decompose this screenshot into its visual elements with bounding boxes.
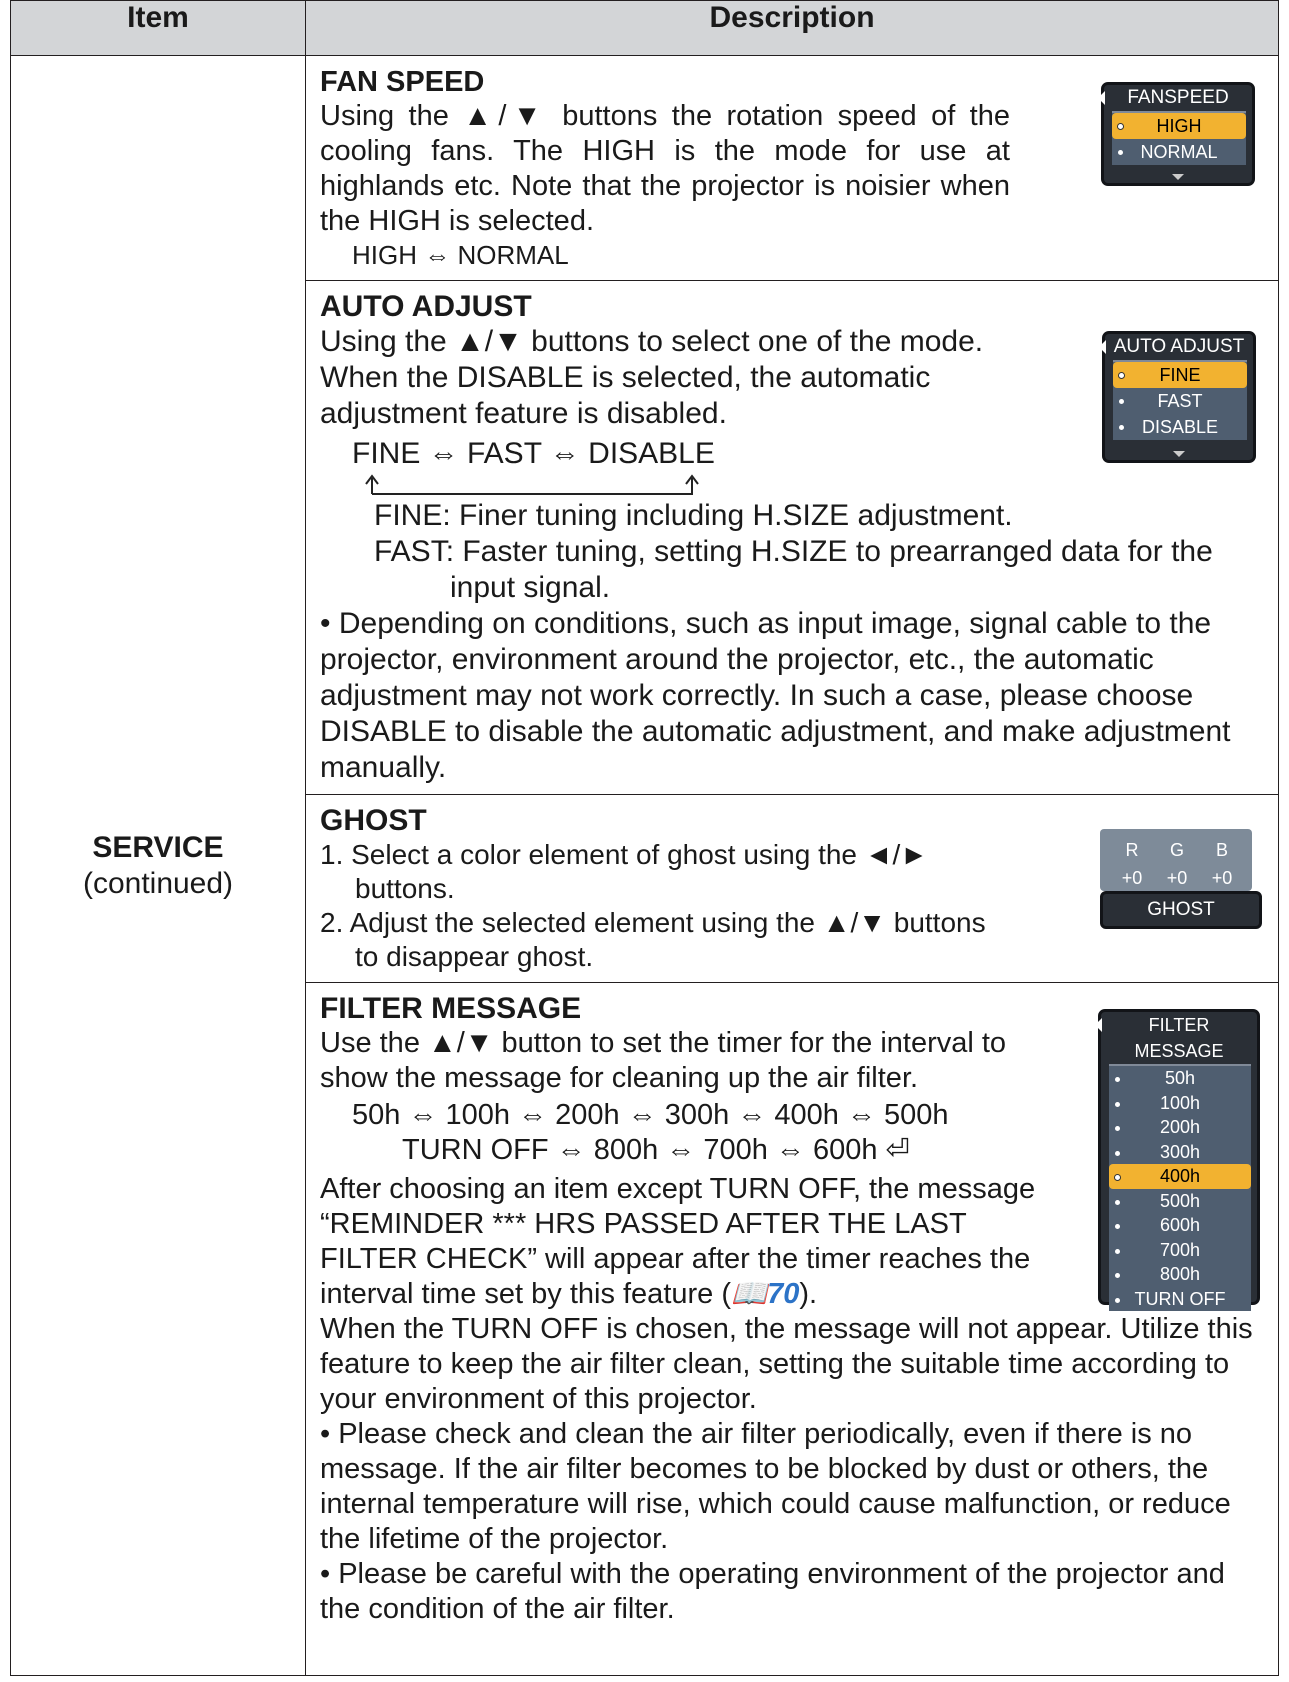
table-header-row: Item Description — [10, 0, 1279, 56]
auto-adjust-title: AUTO ADJUST — [320, 290, 532, 323]
scroll-down-icon — [1172, 174, 1184, 180]
settings-table: Item Description SERVICE (continued) FAN… — [10, 0, 1279, 1676]
filter-message-caution-2: • Please be careful with the operating e… — [320, 1558, 1225, 1625]
osd-option[interactable]: FINE — [1113, 362, 1247, 388]
column-header-item: Item — [10, 0, 306, 56]
ghost-step-2: 2. Adjust the selected element using the… — [320, 907, 986, 972]
item-cell: SERVICE (continued) — [10, 55, 306, 1676]
osd-option[interactable]: TURN OFF — [1109, 1287, 1251, 1312]
fan-speed-desc: Using the ▲/▼ buttons the rotation speed… — [320, 100, 1010, 237]
osd-option[interactable]: NORMAL — [1112, 139, 1246, 165]
auto-adjust-caution: • Depending on conditions, such as input… — [320, 607, 1231, 784]
item-note: (continued) — [82, 866, 234, 900]
section-fan-speed: FAN SPEED Using the ▲/▼ buttons the rota… — [305, 55, 1279, 281]
osd-option[interactable]: 700h — [1109, 1238, 1251, 1263]
fan-speed-osd-title: FANSPEED — [1127, 87, 1229, 108]
osd-option[interactable]: 300h — [1109, 1140, 1251, 1165]
osd-option[interactable]: FAST — [1113, 388, 1247, 414]
cycle-return-arrow-icon — [320, 472, 1264, 498]
fan-speed-osd-menu[interactable]: FANSPEED HIGH NORMAL — [1098, 82, 1255, 186]
filter-message-turn-off-note: When the TURN OFF is chosen, the message… — [320, 1313, 1253, 1415]
auto-adjust-osd-title: AUTO ADJUST — [1113, 336, 1245, 357]
auto-adjust-osd-menu[interactable]: AUTO ADJUST FINE FAST DISABLE — [1099, 331, 1256, 463]
ghost-osd-title: GHOST — [1100, 891, 1262, 929]
osd-option[interactable]: 50h — [1109, 1066, 1251, 1091]
osd-option[interactable]: 100h — [1109, 1091, 1251, 1116]
scroll-down-icon — [1173, 451, 1185, 457]
filter-osd-title: FILTER MESSAGE — [1134, 1015, 1224, 1061]
osd-option[interactable]: 500h — [1109, 1189, 1251, 1214]
osd-option[interactable]: 400h — [1109, 1164, 1251, 1189]
ghost-step-1: 1. Select a color element of ghost using… — [320, 839, 928, 904]
osd-option[interactable]: 600h — [1109, 1213, 1251, 1238]
osd-option[interactable]: DISABLE — [1113, 414, 1247, 440]
auto-adjust-fine-note: FINE: Finer tuning including H.SIZE adju… — [374, 499, 1013, 532]
osd-option[interactable]: HIGH — [1112, 113, 1246, 139]
section-ghost: GHOST 1. Select a color element of ghost… — [305, 794, 1279, 983]
osd-option[interactable]: 800h — [1109, 1262, 1251, 1287]
filter-message-caution-1: • Please check and clean the air filter … — [320, 1418, 1231, 1555]
osd-option[interactable]: 200h — [1109, 1115, 1251, 1140]
auto-adjust-desc: Using the ▲/▼ buttons to select one of t… — [320, 325, 984, 430]
column-header-description: Description — [305, 0, 1279, 56]
ghost-osd-panel[interactable]: R G B +0 +0 +0 GHOST — [1100, 829, 1264, 929]
filter-message-osd-menu[interactable]: FILTER MESSAGE 50h 100h 200h 300h 400h 5… — [1095, 1009, 1260, 1311]
manual-page: Item Description SERVICE (continued) FAN… — [0, 0, 1289, 1682]
filter-message-after-text: After choosing an item except TURN OFF, … — [320, 1173, 1036, 1310]
page-ref-link[interactable]: 📖70 — [731, 1278, 799, 1310]
item-name: SERVICE — [92, 830, 224, 864]
auto-adjust-fast-note: FAST: Faster tuning, setting H.SIZE to p… — [374, 535, 1213, 604]
fan-speed-cycle: HIGH ⇔ NORMAL — [352, 240, 569, 270]
section-auto-adjust: AUTO ADJUST Using the ▲/▼ buttons to sel… — [305, 280, 1279, 795]
filter-message-desc: Use the ▲/▼ button to set the timer for … — [320, 1027, 1007, 1094]
section-filter-message: FILTER MESSAGE Use the ▲/▼ button to set… — [305, 982, 1279, 1676]
